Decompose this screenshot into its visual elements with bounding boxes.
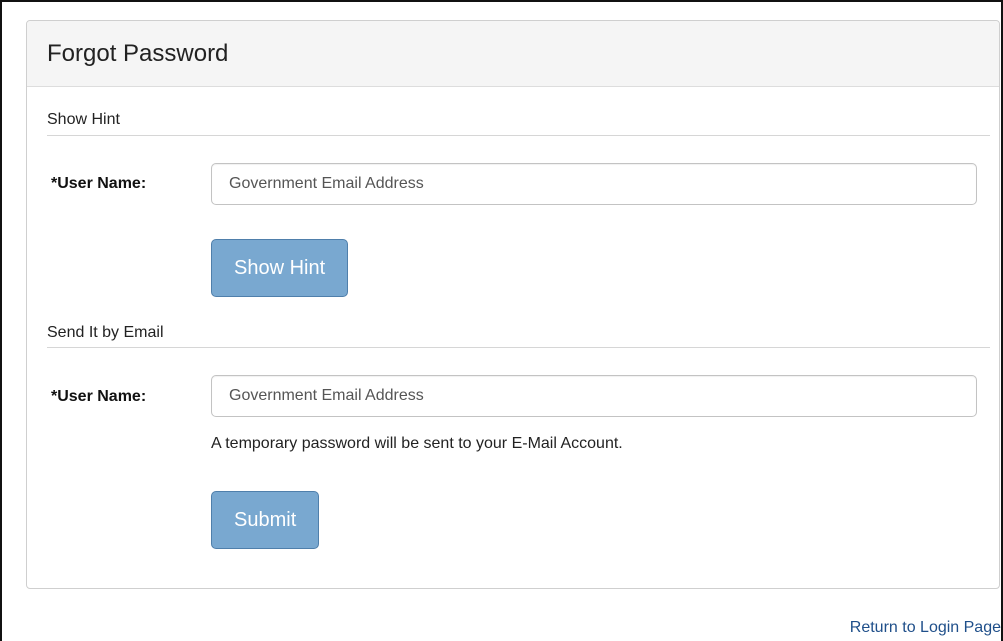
email-section-title: Send It by Email [47, 324, 164, 341]
email-username-input[interactable] [211, 375, 977, 417]
hint-username-input[interactable] [211, 163, 977, 205]
page-title: Forgot Password [47, 40, 229, 67]
submit-button[interactable]: Submit [211, 491, 320, 549]
temporary-password-help-text: A temporary password will be sent to you… [211, 435, 623, 452]
return-to-login-link[interactable]: Return to Login Page [850, 618, 1001, 638]
forgot-password-panel: Forgot Password Show Hint *User Name: Sh… [26, 20, 1000, 589]
email-username-label: *User Name: [51, 388, 147, 405]
hint-username-label: *User Name: [51, 175, 147, 192]
show-hint-section-divider [47, 135, 990, 136]
panel-heading: Forgot Password [27, 21, 999, 87]
show-hint-button[interactable]: Show Hint [211, 239, 349, 297]
show-hint-section-title: Show Hint [47, 111, 120, 128]
email-section-divider [47, 347, 990, 348]
